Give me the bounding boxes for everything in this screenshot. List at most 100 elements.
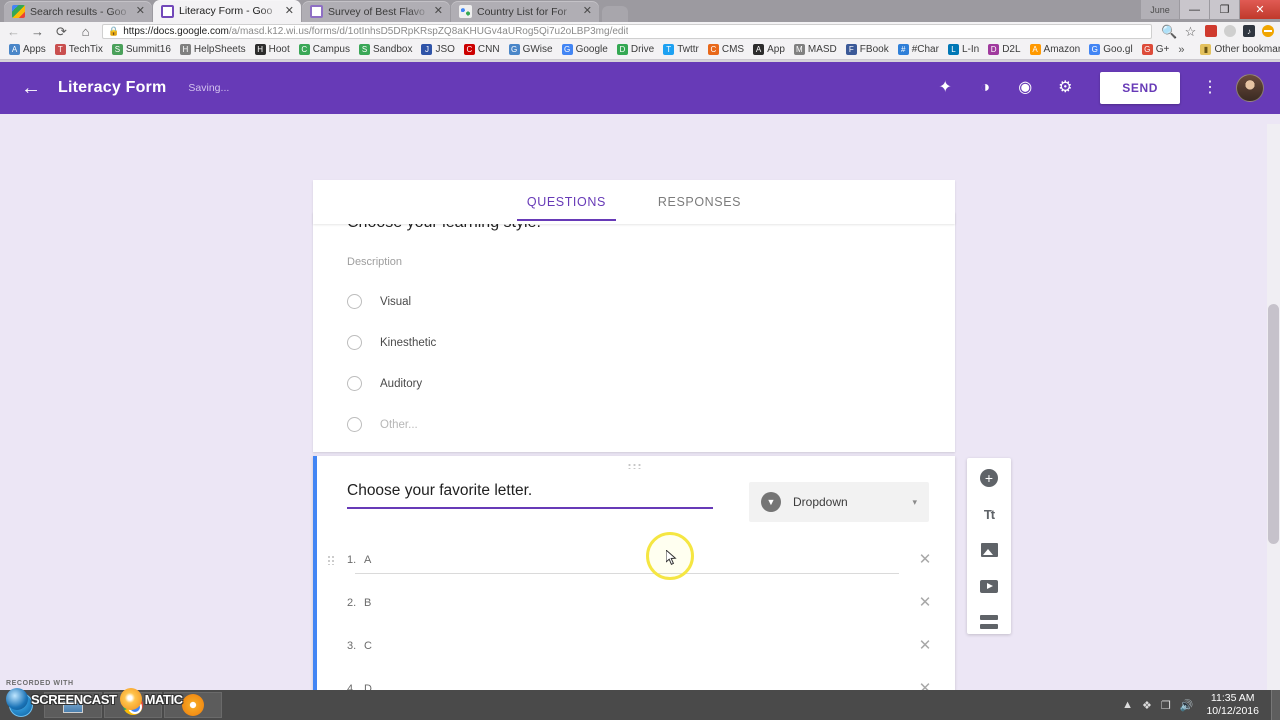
reload-icon[interactable]: ⟳ [54,25,69,38]
bookmark-item[interactable]: S Sandbox [355,42,416,58]
theme-palette-icon[interactable]: ◑ [976,79,994,97]
question-type-select[interactable]: ▼ Dropdown ▾ [749,482,929,522]
choice-value[interactable]: B [364,597,917,609]
question-card-favorite-letter[interactable]: Choose your favorite letter. ▼ Dropdown … [313,456,955,690]
bookmark-item[interactable]: M MASD [790,42,841,58]
bookmark-item[interactable]: D Drive [613,42,658,58]
bookmark-item[interactable]: G GWise [505,42,557,58]
radio-option[interactable]: Visual [347,294,921,309]
browser-tab-active[interactable]: Literacy Form - Goo ✕ [153,0,301,22]
search-icon[interactable]: 🔍 [1161,25,1177,38]
browser-tab[interactable]: Survey of Best Flavo ✕ [302,1,450,22]
preview-eye-icon[interactable]: ◉ [1016,79,1034,97]
avatar[interactable] [1236,74,1264,102]
volume-icon[interactable]: 🔊 [1180,699,1194,712]
taskbar-clock[interactable]: 11:35 AM 10/12/2016 [1202,692,1263,718]
scrollbar-thumb[interactable] [1268,304,1279,544]
settings-gear-icon[interactable]: ⚙ [1056,79,1074,97]
more-options-icon[interactable]: ⋮ [1202,80,1218,96]
extension-icon[interactable] [1224,25,1236,37]
display-icon[interactable]: ❐ [1161,699,1171,712]
close-icon[interactable]: ✕ [133,6,148,17]
bookmark-item[interactable]: G Goo.gl [1085,42,1136,58]
question-description[interactable]: Description [347,256,921,268]
radio-icon[interactable] [347,294,362,309]
choice-value[interactable]: C [364,640,917,652]
vertical-scrollbar[interactable] [1267,124,1280,690]
question-title-field[interactable]: Choose your favorite letter. [347,482,713,509]
extension-icon[interactable] [1205,25,1217,37]
bookmark-item[interactable]: T TechTix [51,42,107,58]
bookmark-star-icon[interactable]: ☆ [1183,25,1198,38]
bookmark-item[interactable]: L L-In [944,42,983,58]
bookmarks-overflow-icon[interactable]: » [1174,44,1188,56]
new-tab-button[interactable] [602,6,628,22]
close-icon[interactable]: ✕ [431,6,446,17]
pin-label[interactable]: June [1141,0,1179,19]
radio-icon[interactable] [347,417,362,432]
tab-questions[interactable]: QUESTIONS [516,183,616,221]
send-button[interactable]: SEND [1100,72,1180,104]
choice-row[interactable]: 2. B ✕ [313,581,955,624]
bookmark-item[interactable]: S Summit16 [108,42,175,58]
maximize-button[interactable]: ❐ [1210,0,1239,19]
add-video-button[interactable] [977,574,1001,598]
forward-icon[interactable]: → [30,25,45,38]
extension-icon[interactable]: ♪ [1243,25,1255,37]
choice-row[interactable]: 1. A ✕ [313,538,955,581]
bookmark-item[interactable]: C CNN [460,42,504,58]
drag-handle-icon[interactable] [327,554,334,565]
back-icon[interactable]: ← [6,25,21,38]
add-title-button[interactable]: Tt [977,502,1001,526]
add-section-button[interactable] [977,610,1001,634]
chevron-down-icon[interactable]: ▾ [912,497,917,508]
bookmark-item[interactable]: A App [749,42,789,58]
browser-tab[interactable]: Country List for For ✕ [451,1,599,22]
bookmark-item[interactable]: A Amazon [1026,42,1085,58]
network-icon[interactable]: ❖ [1142,699,1152,712]
radio-option[interactable]: Auditory [347,376,921,391]
minimize-button[interactable]: — [1180,0,1209,19]
bookmark-item[interactable]: D D2L [984,42,1024,58]
bookmark-item[interactable]: G Google [558,42,612,58]
choice-row[interactable]: 3. C ✕ [313,624,955,667]
drag-handle-icon[interactable] [627,463,641,469]
show-hidden-icons-icon[interactable]: ▲ [1122,699,1133,711]
remove-choice-icon[interactable]: ✕ [917,595,933,610]
bookmark-item[interactable]: C CMS [704,42,748,58]
remove-choice-icon[interactable]: ✕ [917,681,933,690]
other-bookmarks-folder[interactable]: ▮Other bookmarks [1196,42,1280,58]
remove-choice-icon[interactable]: ✕ [917,638,933,653]
radio-icon[interactable] [347,335,362,350]
radio-option[interactable]: Kinesthetic [347,335,921,350]
bookmark-item[interactable]: C Campus [295,42,354,58]
radio-icon[interactable] [347,376,362,391]
bookmark-item[interactable]: J JSO [417,42,458,58]
close-icon[interactable]: ✕ [282,5,297,17]
bookmark-item[interactable]: F FBook [842,42,893,58]
question-card-learning-style[interactable]: Choose your learning style. Description … [313,212,955,452]
back-arrow-icon[interactable]: ← [16,77,46,100]
bookmark-item[interactable]: A Apps [5,42,50,58]
bookmark-item[interactable]: H HelpSheets [176,42,250,58]
show-desktop-button[interactable] [1271,690,1280,720]
address-bar[interactable]: 🔒 https://docs.google.com/a/masd.k12.wi.… [102,23,1152,39]
close-icon[interactable]: ✕ [580,6,595,17]
page-title[interactable]: Literacy Form [58,79,166,97]
close-window-button[interactable]: ✕ [1240,0,1280,19]
bookmark-item[interactable]: H Hoot [251,42,294,58]
browser-tab[interactable]: Search results - Goo ✕ [4,1,152,22]
choice-value[interactable]: A [364,554,917,566]
bookmark-item[interactable]: # #Char [894,42,943,58]
radio-option-other[interactable]: Other... [347,417,921,432]
choice-row[interactable]: 4. D ✕ [313,667,955,690]
choice-value[interactable]: D [364,683,917,691]
tab-responses[interactable]: RESPONSES [654,183,745,221]
question-title[interactable]: Choose your favorite letter. [347,482,713,507]
bookmark-item[interactable]: T Twttr [659,42,703,58]
add-ons-icon[interactable]: ✦ [936,79,954,97]
remove-choice-icon[interactable]: ✕ [917,552,933,567]
bookmark-item[interactable]: G G+ [1138,42,1174,58]
extension-icon[interactable] [1262,25,1274,37]
add-image-button[interactable] [977,538,1001,562]
